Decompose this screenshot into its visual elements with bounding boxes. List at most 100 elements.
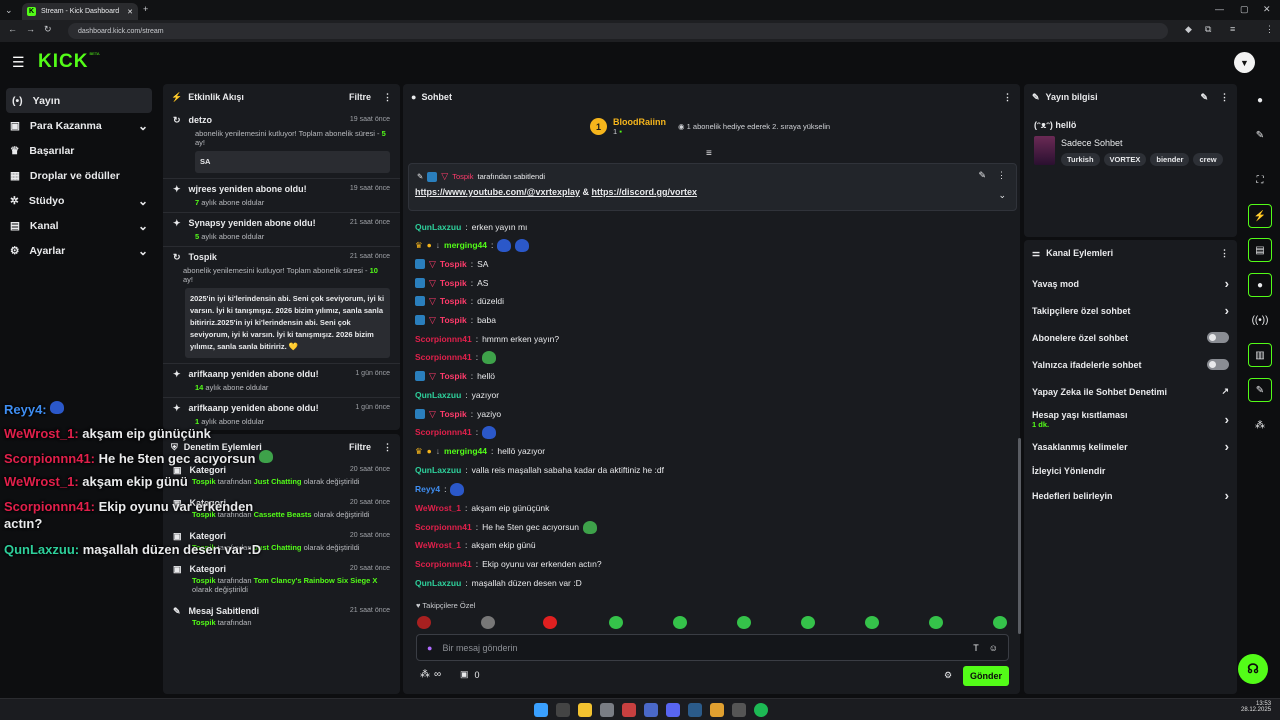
- sidebar-item-achievements[interactable]: ♛ Başarılar: [0, 138, 158, 163]
- minimize-icon[interactable]: —: [1215, 4, 1224, 14]
- chat-username[interactable]: Tospik: [440, 296, 467, 306]
- pinned-link-discord[interactable]: https://discord.gg/vortex: [592, 187, 698, 197]
- tag[interactable]: crew: [1193, 153, 1223, 166]
- chevron-down-icon[interactable]: ⌄: [998, 190, 1006, 201]
- filter-button[interactable]: Filtre: [349, 442, 371, 452]
- subscribers-only-toggle[interactable]: [1207, 332, 1229, 343]
- chrome-icon[interactable]: [710, 703, 724, 717]
- chat-settings-icon[interactable]: ⚙: [944, 670, 952, 681]
- close-tab-icon[interactable]: ✕: [127, 8, 133, 16]
- chat-username[interactable]: Reyy4: [415, 484, 440, 494]
- followers-only-row[interactable]: Takipçilere özel sohbet ›: [1024, 297, 1237, 324]
- lightning-icon[interactable]: ⚡: [1248, 204, 1272, 228]
- chat-username[interactable]: merging44: [444, 240, 487, 250]
- chat-username[interactable]: Tospik: [440, 371, 467, 381]
- chat-icon[interactable]: ●: [1248, 273, 1272, 297]
- more-icon[interactable]: ⋮: [997, 170, 1006, 181]
- app-icon[interactable]: [644, 703, 658, 717]
- browser-tab[interactable]: K Stream - Kick Dashboard ✕: [22, 3, 138, 20]
- tag[interactable]: biender: [1150, 153, 1190, 166]
- loop-controls[interactable]: ⁂ ∞: [420, 669, 441, 680]
- clock[interactable]: 13:53 28.12.2025: [1241, 701, 1271, 713]
- chat-username[interactable]: Scorpionnn41: [415, 427, 472, 437]
- category-name[interactable]: Just Chatting: [254, 477, 302, 486]
- goals-row[interactable]: Hedefleri belirleyin ›: [1024, 482, 1237, 509]
- menu-icon[interactable]: ⋮: [1265, 24, 1274, 35]
- more-icon[interactable]: ⋮: [383, 442, 392, 453]
- moderator-name[interactable]: Tospik: [192, 477, 216, 486]
- sidebar-item-studio[interactable]: ✲ Stüdyo ⌄: [0, 188, 158, 213]
- hamburger-menu-icon[interactable]: ☰: [12, 54, 25, 71]
- sidebar-item-stream[interactable]: (•) Yayın: [6, 88, 152, 113]
- apps-icon[interactable]: ⁂: [1248, 413, 1272, 437]
- support-icon[interactable]: ☊: [1238, 654, 1268, 684]
- chat-username[interactable]: merging44: [444, 446, 487, 456]
- emote-icon[interactable]: [801, 616, 815, 629]
- chat-username[interactable]: QunLaxzuu: [415, 222, 461, 232]
- gift-subs-button[interactable]: ▣ 0: [460, 669, 480, 680]
- feed-user[interactable]: Tospik: [189, 252, 217, 263]
- chat-scrollbar[interactable]: [1018, 438, 1021, 634]
- app-icon[interactable]: [600, 703, 614, 717]
- filter-button[interactable]: Filtre: [349, 92, 371, 102]
- emote-icon[interactable]: [993, 616, 1007, 629]
- chat-username[interactable]: Tospik: [440, 259, 467, 269]
- chat-username[interactable]: Scorpionnn41: [415, 522, 472, 532]
- wrench-icon[interactable]: ✎: [1248, 378, 1272, 402]
- tag[interactable]: VORTEX: [1103, 153, 1147, 166]
- chat-username[interactable]: Scorpionnn41: [415, 352, 472, 362]
- translate-icon[interactable]: T: [973, 643, 979, 653]
- account-age-row[interactable]: Hesap yaşı kısıtlaması 1 dk. ›: [1024, 405, 1237, 433]
- layers-icon[interactable]: ▥: [1248, 343, 1272, 367]
- media-icon[interactable]: ≡: [1230, 24, 1235, 34]
- discord-icon[interactable]: [666, 703, 680, 717]
- chat-username[interactable]: QunLaxzuu: [415, 578, 461, 588]
- moderator-name[interactable]: Tospik: [192, 576, 216, 585]
- tag[interactable]: Turkish: [1061, 153, 1100, 166]
- sidebar-item-monetization[interactable]: ▣ Para Kazanma ⌄: [0, 113, 158, 138]
- windows-start-icon[interactable]: [534, 703, 548, 717]
- chat-username[interactable]: WeWrost_1: [415, 503, 461, 513]
- maximize-icon[interactable]: ▢: [1240, 4, 1249, 15]
- chat-username[interactable]: Tospik: [440, 409, 467, 419]
- extensions-icon[interactable]: ⧉: [1205, 24, 1211, 35]
- more-icon[interactable]: ⋮: [1220, 248, 1229, 259]
- chat-username[interactable]: Tospik: [440, 315, 467, 325]
- chat-username[interactable]: QunLaxzuu: [415, 465, 461, 475]
- expand-icon[interactable]: ⛶: [1248, 168, 1272, 192]
- info-icon[interactable]: ●: [1248, 88, 1272, 112]
- category-name[interactable]: Cassette Beasts: [254, 510, 312, 519]
- chat-input[interactable]: ● Bir mesaj gönderin T ☺: [416, 634, 1009, 661]
- close-window-icon[interactable]: ✕: [1263, 4, 1271, 15]
- document-icon[interactable]: ▤: [1248, 238, 1272, 262]
- slow-mode-row[interactable]: Yavaş mod ›: [1024, 270, 1237, 297]
- reload-icon[interactable]: ↻: [44, 24, 52, 35]
- new-tab-icon[interactable]: +: [143, 4, 148, 14]
- extension-icon[interactable]: ◆: [1185, 24, 1192, 35]
- sidebar-item-channel[interactable]: ▤ Kanal ⌄: [0, 213, 158, 238]
- pencil-icon[interactable]: ✎: [1248, 123, 1272, 147]
- microphone-icon[interactable]: ●: [427, 643, 432, 653]
- address-bar[interactable]: dashboard.kick.com/stream: [68, 23, 1168, 39]
- chat-username[interactable]: Scorpionnn41: [415, 334, 472, 344]
- sidebar-item-settings[interactable]: ⚙ Ayarlar ⌄: [0, 238, 158, 263]
- pinned-link-youtube[interactable]: https://www.youtube.com/@vxrtexplay: [415, 187, 580, 197]
- category-name[interactable]: Tom Clancy's Rainbow Six Siege X: [254, 576, 378, 585]
- moderator-name[interactable]: Tospik: [192, 618, 216, 627]
- ai-moderation-row[interactable]: Yapay Zeka ile Sohbet Denetimi ↗: [1024, 378, 1237, 405]
- chat-username[interactable]: QunLaxzuu: [415, 390, 461, 400]
- search-icon[interactable]: [556, 703, 570, 717]
- emote-icon[interactable]: [673, 616, 687, 629]
- emote-icon[interactable]: [543, 616, 557, 629]
- chat-username[interactable]: WeWrost_1: [415, 540, 461, 550]
- emote-icon[interactable]: [865, 616, 879, 629]
- more-icon[interactable]: ⋮: [1220, 92, 1229, 103]
- obs-icon[interactable]: [732, 703, 746, 717]
- more-icon[interactable]: ⋮: [1003, 92, 1012, 103]
- chat-username[interactable]: Scorpionnn41: [415, 559, 472, 569]
- emote-icon[interactable]: [481, 616, 495, 629]
- feed-user[interactable]: arifkaanp yeniden abone oldu!: [189, 369, 319, 380]
- emote-icon[interactable]: [737, 616, 751, 629]
- steam-icon[interactable]: [688, 703, 702, 717]
- chat-username[interactable]: Tospik: [440, 278, 467, 288]
